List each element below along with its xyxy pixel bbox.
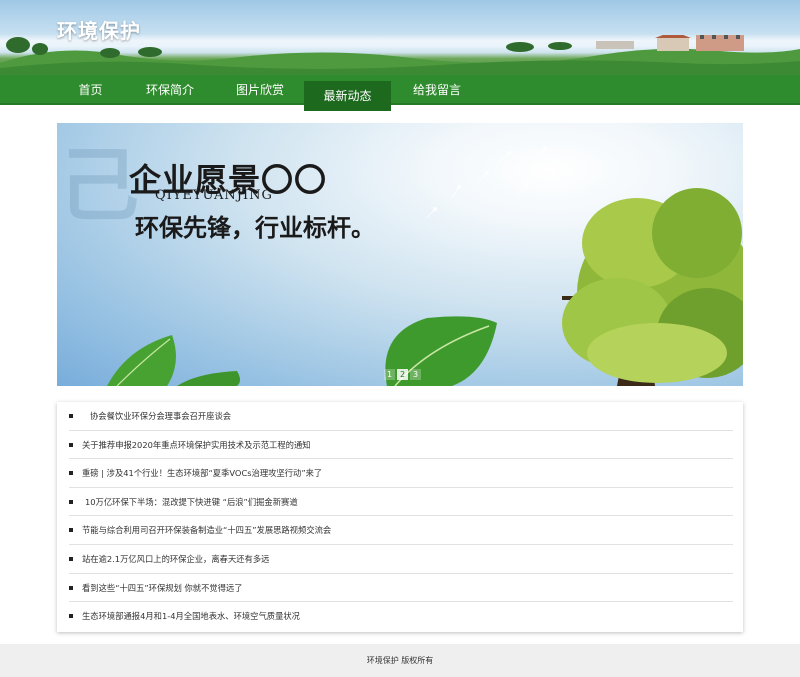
banner-page-1[interactable]: 1 — [384, 369, 395, 380]
news-item[interactable]: 生态环境部通报4月和1-4月全国地表水、环境空气质量状况 — [69, 602, 733, 631]
news-item-title[interactable]: 节能与综合利用司召开环保装备制造业“十四五”发展思路视频交流会 — [82, 525, 331, 535]
news-item-title[interactable]: 重磅 | 涉及41个行业！生态环境部“夏季VOCs治理攻坚行动”来了 — [82, 468, 322, 478]
bullet-icon — [69, 614, 73, 619]
banner-page-2[interactable]: 2 — [397, 369, 408, 380]
news-item-title[interactable]: 看到这些“十四五”环保规划 你就不觉得远了 — [82, 583, 243, 593]
news-item[interactable]: 看到这些“十四五”环保规划 你就不觉得远了 — [69, 574, 733, 603]
banner-pagination: 1 2 3 — [384, 369, 421, 381]
banner-subtitle: QIYEYUANJING — [155, 188, 273, 203]
bullet-icon — [69, 442, 73, 447]
news-item[interactable]: 10万亿环保下半场：混改提下快进键 “后浪”们掘金新赛道 — [69, 488, 733, 517]
news-item-title[interactable]: 协会餐饮业环保分会理事会召开座谈会 — [82, 411, 231, 421]
bullet-icon — [69, 499, 73, 504]
bullet-icon — [69, 414, 73, 418]
news-item[interactable]: 站在逾2.1万亿风口上的环保企业，离春天还有多远 — [69, 545, 733, 574]
nav-item-gallery[interactable]: 图片欣赏 — [228, 75, 292, 105]
news-list: 协会餐饮业环保分会理事会召开座谈会 关于推荐申报2020年重点环境保护实用技术及… — [57, 402, 743, 632]
site-footer: 环境保护 版权所有 — [0, 644, 800, 677]
bullet-icon — [69, 556, 73, 561]
copyright-text: 环境保护 版权所有 — [366, 656, 434, 665]
banner-page-3[interactable]: 3 — [410, 369, 421, 380]
site-header: 环境保护 — [0, 0, 800, 75]
site-title: 环境保护 — [57, 19, 141, 43]
nav-item-message[interactable]: 给我留言 — [405, 75, 469, 105]
farmhouse-icon — [596, 35, 744, 51]
leaf-icon — [107, 316, 497, 386]
bullet-icon — [69, 585, 73, 590]
news-item-title[interactable]: 生态环境部通报4月和1-4月全国地表水、环境空气质量状况 — [82, 611, 300, 621]
nav-item-about[interactable]: 环保简介 — [138, 75, 202, 105]
svg-text:己: 己 — [59, 138, 139, 232]
bullet-icon — [69, 528, 73, 533]
news-item[interactable]: 重磅 | 涉及41个行业！生态环境部“夏季VOCs治理攻坚行动”来了 — [69, 459, 733, 488]
news-item[interactable]: 关于推荐申报2020年重点环境保护实用技术及示范工程的通知 — [69, 431, 733, 460]
news-item[interactable]: 节能与综合利用司召开环保装备制造业“十四五”发展思路视频交流会 — [69, 516, 733, 545]
main-nav: 首页 环保简介 图片欣赏 最新动态 给我留言 — [0, 75, 800, 111]
nav-item-news[interactable]: 最新动态 — [304, 81, 391, 111]
hero-banner: 己 企业愿景〇〇 QIYEYUANJING 环保先锋，行业标杆。 1 2 3 — [57, 123, 743, 386]
news-item-title[interactable]: 关于推荐申报2020年重点环境保护实用技术及示范工程的通知 — [82, 440, 311, 450]
tree-icon — [562, 188, 743, 386]
news-item[interactable]: 协会餐饮业环保分会理事会召开座谈会 — [69, 402, 733, 431]
banner-slogan: 环保先锋，行业标杆。 — [135, 213, 375, 242]
news-item-title[interactable]: 10万亿环保下半场：混改提下快进键 “后浪”们掘金新赛道 — [82, 497, 298, 507]
nav-item-home[interactable]: 首页 — [63, 75, 118, 105]
news-item-title[interactable]: 站在逾2.1万亿风口上的环保企业，离春天还有多远 — [82, 554, 269, 564]
bullet-icon — [69, 471, 73, 476]
